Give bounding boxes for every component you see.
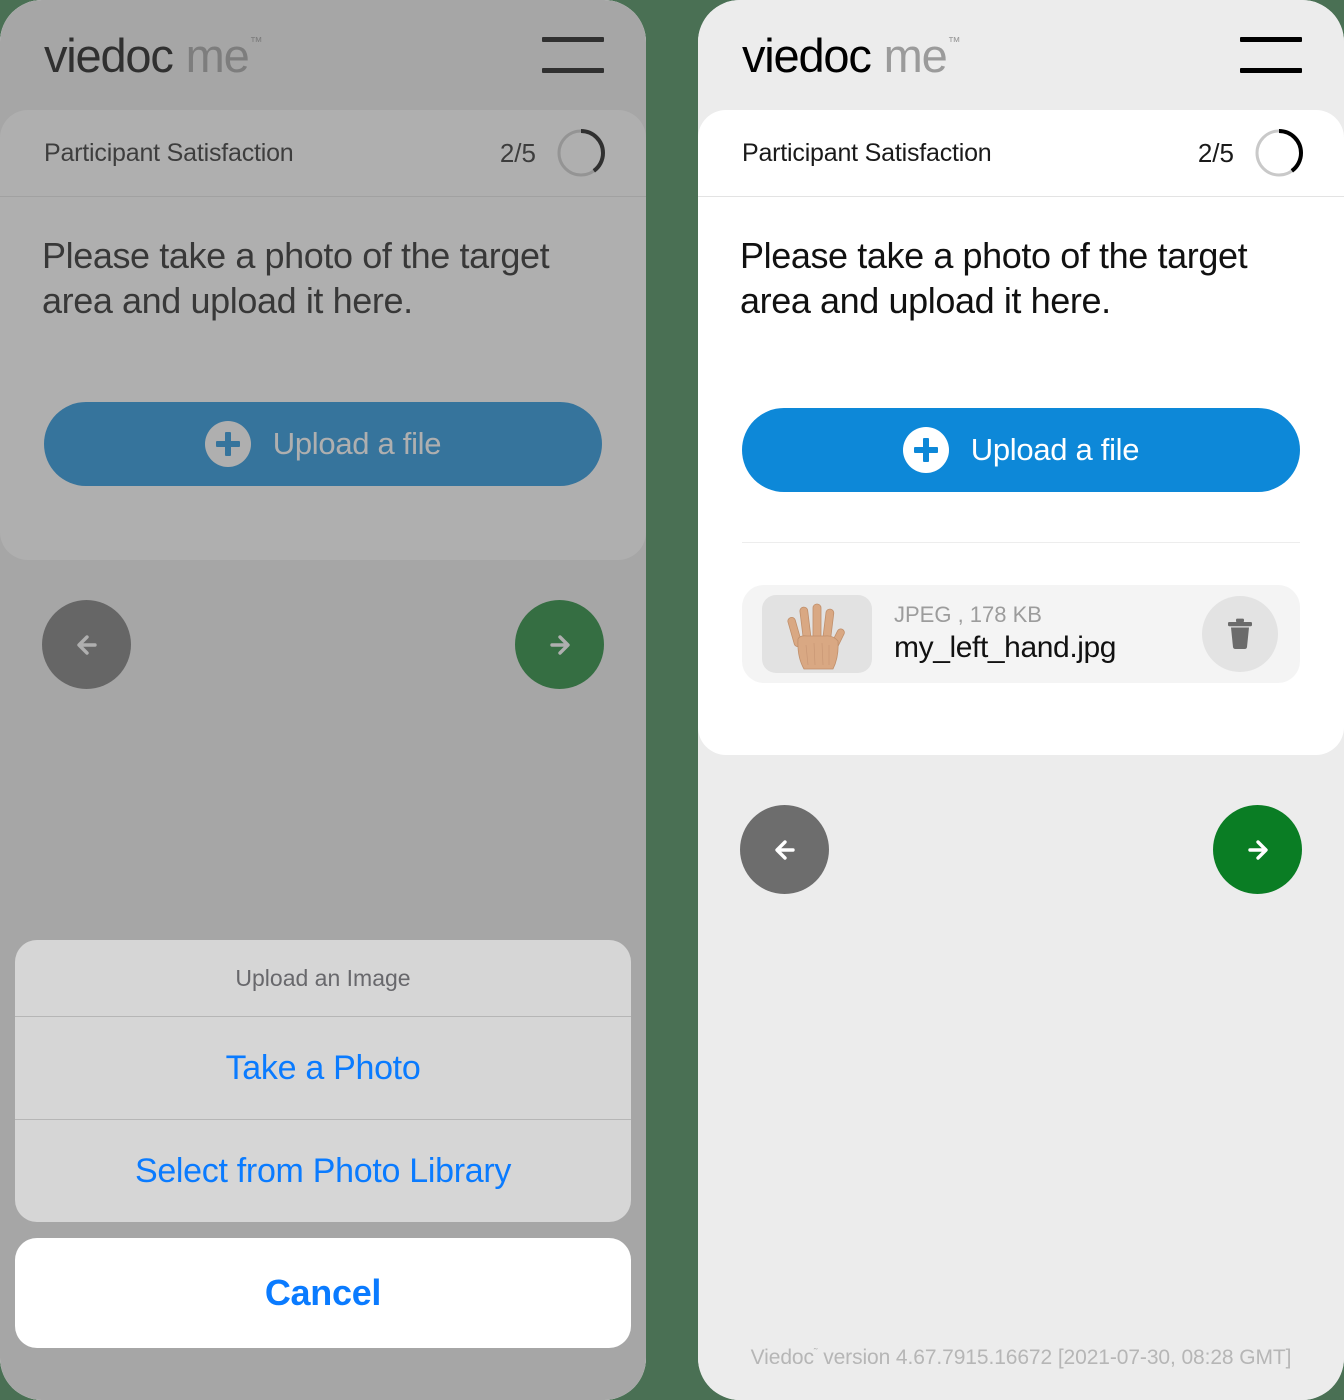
file-thumbnail <box>762 594 872 673</box>
survey-card-left: Participant Satisfaction 2/5 Please take… <box>0 110 646 560</box>
question-text: Please take a photo of the target area a… <box>42 235 550 322</box>
file-meta: JPEG , 178 KB my_left_hand.jpg <box>894 601 1180 665</box>
progress-header-left: Participant Satisfaction 2/5 <box>0 110 646 197</box>
file-name: my_left_hand.jpg <box>894 630 1117 664</box>
hamburger-line-bottom <box>542 68 604 73</box>
trademark-symbol: ™ <box>947 33 961 49</box>
app-header-right: viedoc me ™ <box>698 0 1344 110</box>
logo-suffix-text: me <box>883 28 948 82</box>
survey-card-right: Participant Satisfaction 2/5 Please take… <box>698 110 1344 755</box>
arrow-left-icon <box>774 839 795 860</box>
action-sheet-group: Upload an Image Take a Photo Select from… <box>15 940 631 1222</box>
previous-button[interactable] <box>42 600 131 689</box>
hamburger-menu-icon[interactable] <box>542 37 604 73</box>
upload-button-label: Upload a file <box>970 431 1140 467</box>
hamburger-line-top <box>1240 37 1302 42</box>
survey-title: Participant Satisfaction <box>44 138 294 167</box>
plus-circle-icon <box>902 426 949 473</box>
hamburger-line-top <box>542 37 604 42</box>
upload-button-label: Upload a file <box>272 425 442 461</box>
previous-button[interactable] <box>740 805 829 894</box>
viedoc-logo-left: viedoc me ™ <box>44 28 263 82</box>
trademark-symbol: ™ <box>249 33 263 49</box>
arrow-left-icon <box>76 634 97 655</box>
progress-ring-icon <box>557 129 605 177</box>
action-sheet-item-take-a-photo[interactable]: Take a Photo <box>15 1017 631 1119</box>
viedoc-logo-right: viedoc me ™ <box>742 28 961 82</box>
plus-circle-icon <box>204 420 251 467</box>
logo-suffix-text: me <box>185 28 250 82</box>
action-sheet-item-select-from-photo-library[interactable]: Select from Photo Library <box>15 1119 631 1222</box>
app-header-left: viedoc me ™ <box>0 0 646 110</box>
logo-brand-text: viedoc <box>44 28 174 82</box>
version-prefix: Viedoc <box>750 1346 814 1369</box>
arrow-right-icon <box>1247 839 1268 860</box>
version-text: version 4.67.7915.16672 [2021-07-30, 08:… <box>817 1346 1292 1369</box>
next-button[interactable] <box>515 600 604 689</box>
progress-count: 2/5 <box>1197 137 1234 168</box>
progress-indicator-right: 2/5 <box>1198 128 1304 178</box>
action-sheet-cancel-button[interactable]: Cancel <box>15 1238 631 1348</box>
upload-a-file-button[interactable]: Upload a file <box>742 407 1300 492</box>
progress-header-right: Participant Satisfaction 2/5 <box>698 110 1344 197</box>
navigation-row-right <box>698 805 1344 894</box>
survey-title: Participant Satisfaction <box>742 138 992 167</box>
upload-action-sheet: Upload an Image Take a Photo Select from… <box>15 940 631 1348</box>
navigation-row-left <box>0 600 646 689</box>
progress-indicator-left: 2/5 <box>500 128 606 178</box>
logo-brand-text: viedoc <box>742 28 872 82</box>
hamburger-line-bottom <box>1240 68 1302 73</box>
phone-screen-left: viedoc me ™ Participant Satisfaction 2/5 <box>0 0 646 1400</box>
hamburger-menu-icon[interactable] <box>1240 37 1302 73</box>
upload-a-file-button[interactable]: Upload a file <box>44 401 602 486</box>
next-button[interactable] <box>1213 805 1302 894</box>
progress-ring-icon <box>1255 129 1303 177</box>
uploaded-file-row: JPEG , 178 KB my_left_hand.jpg <box>742 584 1300 683</box>
version-footer: Viedoc˜ version 4.67.7915.16672 [2021-07… <box>698 1346 1344 1370</box>
hand-photo-thumbnail-icon <box>787 603 845 670</box>
card-divider <box>742 541 1300 543</box>
progress-count: 2/5 <box>499 137 536 168</box>
phone-screen-right: viedoc me ™ Participant Satisfaction 2/5 <box>698 0 1344 1400</box>
trash-icon <box>1228 618 1252 649</box>
app-surface-right: viedoc me ™ Participant Satisfaction 2/5 <box>698 0 1344 1400</box>
action-sheet-title: Upload an Image <box>15 940 631 1017</box>
arrow-right-icon <box>549 634 570 655</box>
question-text: Please take a photo of the target area a… <box>740 235 1248 322</box>
delete-file-button[interactable] <box>1202 595 1278 672</box>
file-type-and-size: JPEG , 178 KB <box>894 601 1042 627</box>
